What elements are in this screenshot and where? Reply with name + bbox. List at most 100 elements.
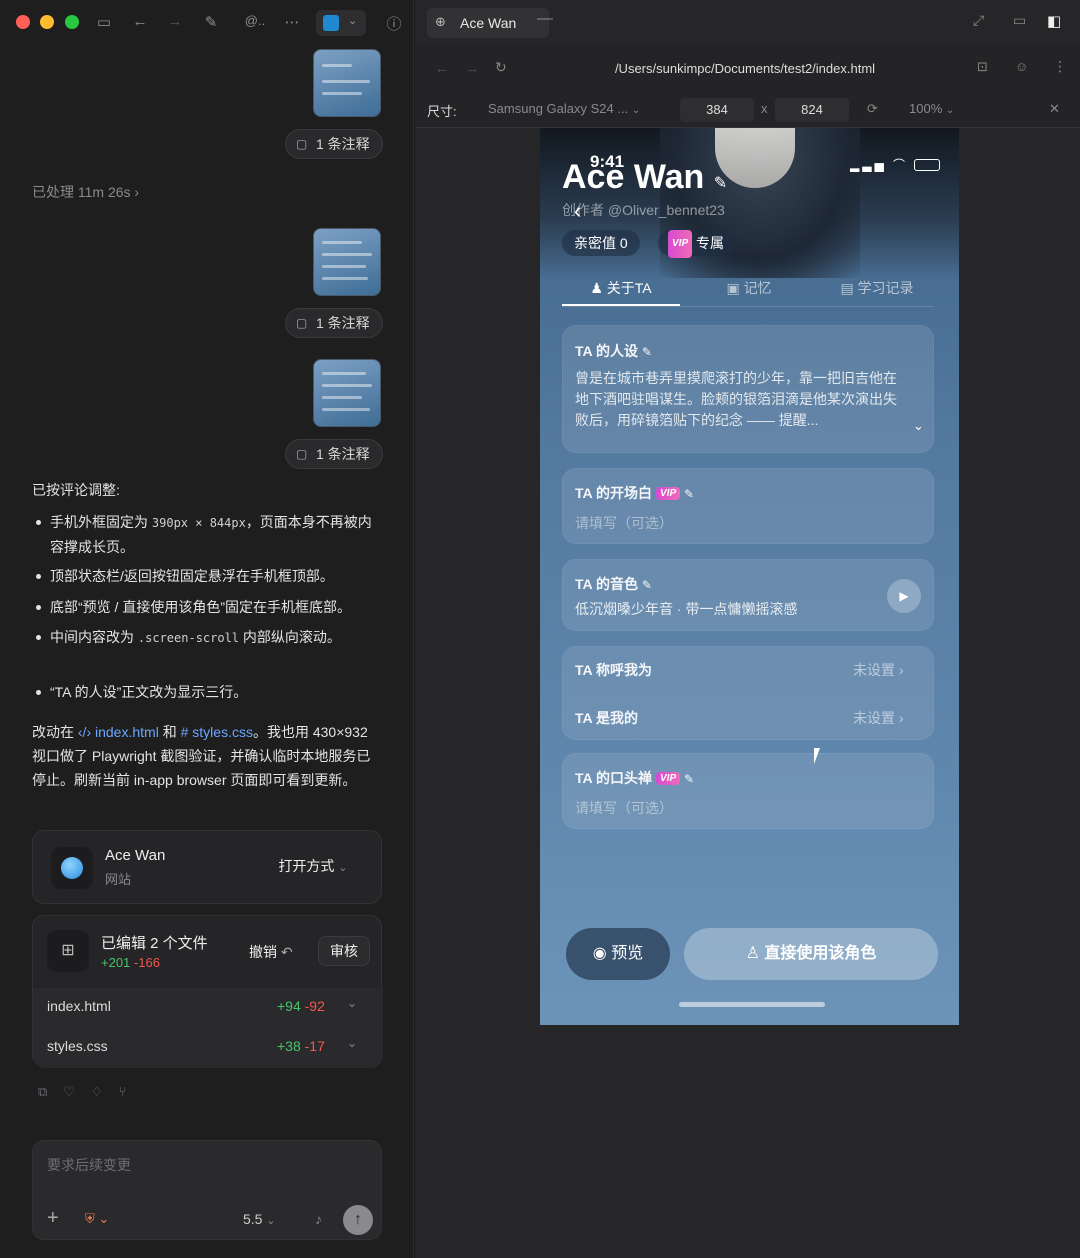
- changes-paragraph: 改动在 ‹/› index.html 和 # styles.css。我也用 43…: [32, 724, 371, 788]
- opening-placeholder: 请填写（可选）: [575, 515, 673, 531]
- tab-memory[interactable]: ▣ 记忆: [690, 278, 808, 298]
- chevron-down-icon[interactable]: ⌄: [913, 418, 924, 434]
- vscode-open-button[interactable]: ⌄: [316, 10, 366, 36]
- more-icon[interactable]: ⋮: [1053, 58, 1067, 75]
- forward-icon[interactable]: →: [465, 60, 479, 76]
- permissions-shield-icon[interactable]: ⛨ ⌄: [85, 1211, 109, 1227]
- review-button[interactable]: 审核: [318, 936, 370, 966]
- fork-icon[interactable]: ⑂: [119, 1084, 143, 1099]
- chevron-down-icon: ⌄: [945, 105, 955, 116]
- info-icon[interactable]: ⓘ: [384, 13, 404, 34]
- screenshot-icon[interactable]: ⊡: [977, 59, 988, 75]
- chevron-down-icon[interactable]: ⌄: [347, 1036, 357, 1050]
- catchphrase-placeholder: 请填写（可选）: [575, 800, 673, 816]
- chevron-down-icon: ⌄: [266, 1215, 276, 1227]
- reload-icon[interactable]: ↻: [495, 59, 507, 76]
- thumbs-down-icon[interactable]: ♢: [91, 1084, 119, 1099]
- zoom-window-button[interactable]: [65, 15, 79, 29]
- new-chat-icon[interactable]: ✎: [201, 13, 221, 31]
- relationship-card: TA 称呼我为 未设置 › TA 是我的 未设置 ›: [562, 646, 934, 740]
- size-label: 尺寸:: [427, 104, 457, 119]
- file-link-index[interactable]: ‹/› index.html: [78, 724, 159, 740]
- copy-icon[interactable]: ⧉: [38, 1084, 63, 1099]
- voice-title: TA 的音色 ✎: [575, 576, 652, 592]
- rotate-icon[interactable]: ⟳: [867, 101, 878, 117]
- is-my-value[interactable]: 未设置 ›: [853, 708, 904, 728]
- persona-card[interactable]: TA 的人设 ✎ 曾是在城市巷弄里摸爬滚打的少年，靠一把旧吉他在地下酒吧驻唱谋生…: [562, 325, 934, 453]
- device-select[interactable]: Samsung Galaxy S24 ... ⌄: [488, 101, 640, 116]
- processed-time[interactable]: 已处理 11m 26s ›: [32, 182, 139, 202]
- screenshot-thumbnail[interactable]: [313, 228, 381, 296]
- edit-icon[interactable]: ✎: [684, 487, 694, 501]
- expand-icon[interactable]: ⤢: [973, 12, 984, 29]
- wifi-icon: ⌒: [893, 158, 909, 172]
- more-icon[interactable]: ⋯: [282, 13, 302, 31]
- add-icon[interactable]: +: [47, 1207, 59, 1230]
- edit-icon[interactable]: ✎: [714, 175, 727, 192]
- globe-icon: [61, 857, 83, 879]
- comment-pill[interactable]: ▢ 1 条注释: [285, 439, 383, 469]
- forward-icon[interactable]: →: [165, 13, 185, 30]
- voice-card[interactable]: TA 的音色 ✎ 低沉烟嗓少年音 · 带一点慵懒摇滚感 ▶: [562, 559, 934, 631]
- preview-button[interactable]: ◉ 预览: [566, 928, 670, 980]
- composer-input[interactable]: 要求后续变更: [47, 1155, 131, 1175]
- back-icon[interactable]: ←: [435, 60, 449, 76]
- thumbs-up-icon[interactable]: ♡: [63, 1084, 91, 1099]
- height-input[interactable]: 824: [775, 98, 849, 122]
- width-input[interactable]: 384: [680, 98, 754, 122]
- url-field[interactable]: /Users/sunkimpc/Documents/test2/index.ht…: [565, 61, 925, 76]
- browser-tab[interactable]: ⊕ Ace Wan: [427, 8, 549, 38]
- chat-panel: ▭ ← → ✎ @.. ⋯ ⌄ ⓘ ▢ 1 条注释 已处理 11m 26s › ▢…: [0, 0, 414, 1258]
- edit-icon[interactable]: ✎: [684, 772, 694, 786]
- opening-card[interactable]: TA 的开场白 VIP ✎ 请填写（可选）: [562, 468, 934, 544]
- composer: 要求后续变更 + ⛨ ⌄ 5.5 ⌄ ♪ ↑: [32, 1140, 382, 1240]
- open-with-button[interactable]: 打开方式 ⌄: [263, 851, 363, 883]
- play-button[interactable]: ▶: [887, 579, 921, 613]
- send-button[interactable]: ↑: [343, 1205, 373, 1235]
- comment-pill[interactable]: ▢ 1 条注释: [285, 308, 383, 338]
- comment-pill[interactable]: ▢ 1 条注释: [285, 129, 383, 159]
- voice-desc: 低沉烟嗓少年音 · 带一点慵懒摇滚感: [575, 601, 798, 617]
- edit-icon[interactable]: ✎: [642, 578, 652, 592]
- sidebar-toggle-icon[interactable]: ▭: [94, 13, 114, 31]
- new-tab-icon[interactable]: —: [537, 10, 553, 28]
- file-name[interactable]: index.html: [47, 998, 111, 1014]
- file-name[interactable]: styles.css: [47, 1038, 108, 1054]
- panel-icon[interactable]: ▭: [1013, 12, 1026, 29]
- zoom-select[interactable]: 100% ⌄: [909, 101, 954, 116]
- tab-learning[interactable]: ▤ 学习记录: [818, 278, 936, 298]
- model-selector[interactable]: 5.5 ⌄: [243, 1211, 276, 1227]
- persona-title: TA 的人设 ✎: [575, 343, 652, 359]
- use-character-button[interactable]: ♙ 直接使用该角色: [684, 928, 938, 980]
- vscode-icon: [323, 15, 339, 31]
- mouse-cursor: [814, 748, 826, 764]
- file-stats: +38 -17: [277, 1038, 325, 1054]
- split-view-icon[interactable]: ◧: [1047, 12, 1061, 30]
- chevron-right-icon: ›: [898, 710, 904, 726]
- mention-icon[interactable]: @..: [240, 13, 270, 28]
- edit-icon[interactable]: ✎: [642, 345, 652, 359]
- mic-icon[interactable]: ♪: [315, 1211, 322, 1227]
- tab-about[interactable]: ♟ 关于TA: [562, 278, 680, 298]
- call-me-value[interactable]: 未设置 ›: [853, 660, 904, 680]
- close-icon[interactable]: ✕: [1049, 101, 1060, 117]
- minimize-window-button[interactable]: [40, 15, 54, 29]
- screenshot-thumbnail[interactable]: [313, 359, 381, 427]
- site-name: Ace Wan: [105, 847, 166, 864]
- catchphrase-card[interactable]: TA 的口头禅 VIP ✎ 请填写（可选）: [562, 753, 934, 829]
- comment-icon[interactable]: ☺: [1015, 59, 1028, 74]
- chevron-down-icon[interactable]: ⌄: [347, 996, 357, 1010]
- bullet-item: 底部“预览 / 直接使用该角色”固定在手机框底部。: [36, 595, 382, 619]
- learning-icon: ▤: [840, 280, 854, 296]
- summary-title: 已按评论调整:: [32, 482, 120, 498]
- eye-icon: ◉: [592, 945, 607, 962]
- undo-button[interactable]: 撤销 ↶: [249, 942, 293, 962]
- diff-icon: ⊞: [47, 930, 89, 972]
- screenshot-thumbnail[interactable]: [313, 49, 381, 117]
- close-window-button[interactable]: [16, 15, 30, 29]
- chevron-right-icon: ›: [898, 662, 904, 678]
- memory-icon: ▣: [726, 280, 740, 296]
- back-icon[interactable]: ←: [130, 13, 150, 30]
- signal-icon: ▂▃▅: [850, 158, 887, 172]
- file-link-styles[interactable]: # styles.css: [181, 724, 253, 740]
